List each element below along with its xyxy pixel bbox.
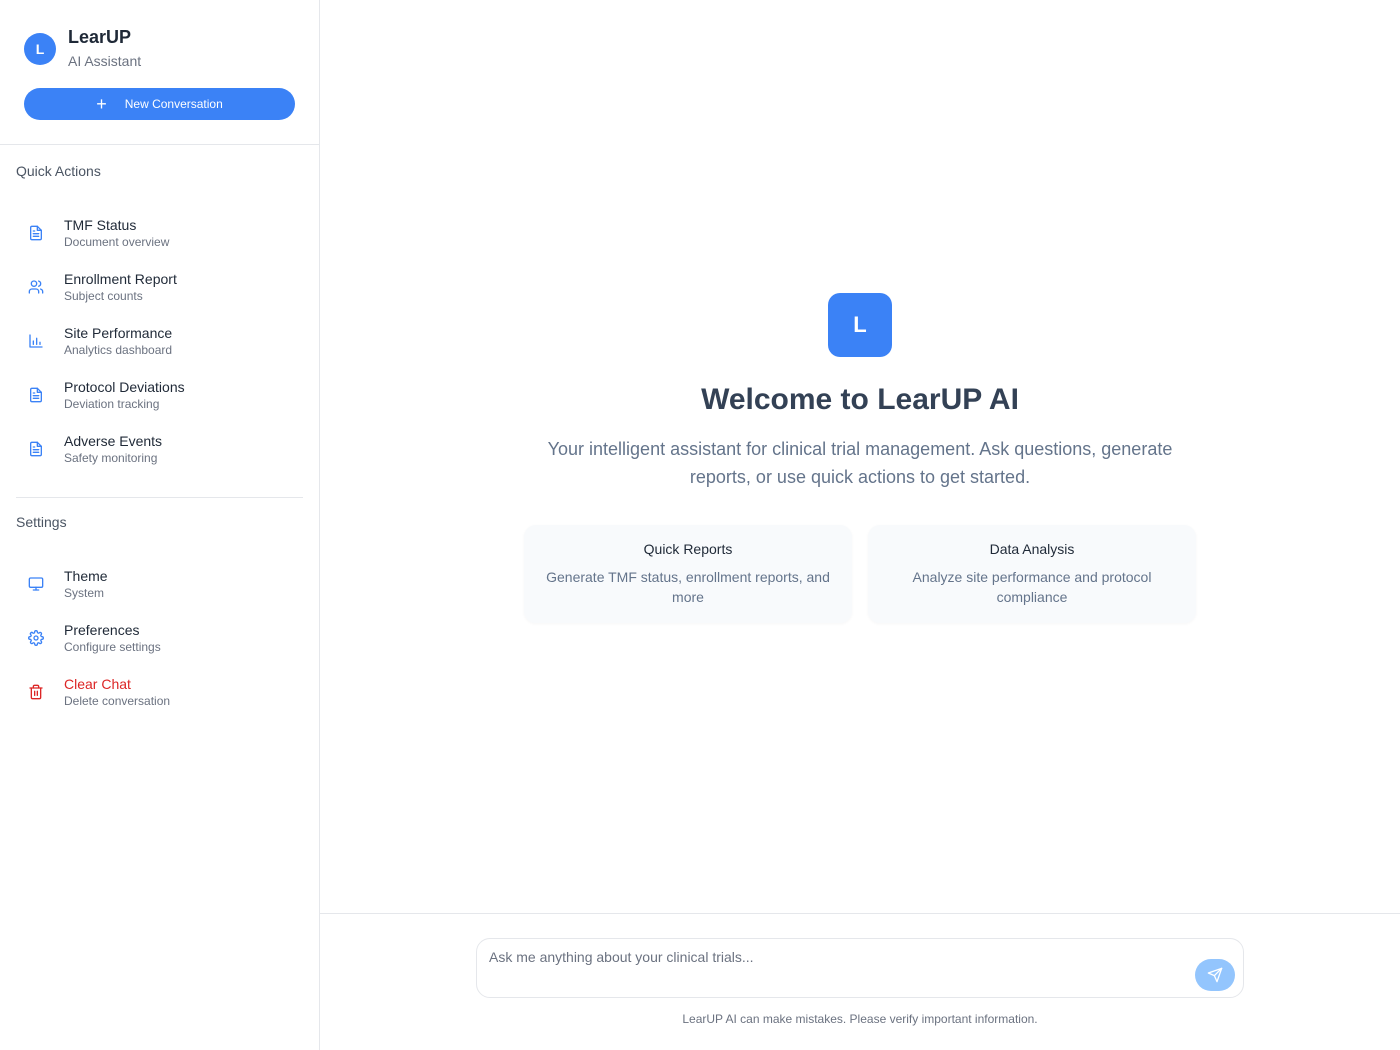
- brand: L LearUP AI Assistant: [24, 26, 295, 72]
- feature-desc: Generate TMF status, enrollment reports,…: [546, 569, 830, 605]
- sidebar-divider: [16, 497, 303, 498]
- chat-input-area: LearUP AI can make mistakes. Please veri…: [320, 913, 1400, 1050]
- document-icon: [24, 437, 48, 461]
- welcome-title: Welcome to LearUP AI: [701, 383, 1019, 416]
- action-label: Adverse Events: [64, 433, 163, 449]
- sidebar: L LearUP AI Assistant + New Conversation…: [0, 0, 320, 1050]
- sidebar-header: L LearUP AI Assistant + New Conversation: [0, 0, 319, 145]
- welcome-logo: L: [828, 293, 892, 357]
- action-sub: Analytics dashboard: [64, 343, 173, 357]
- new-conversation-button[interactable]: + New Conversation: [24, 88, 295, 120]
- plus-icon: +: [96, 94, 107, 114]
- action-sub: System: [64, 586, 105, 600]
- action-label: TMF Status: [64, 217, 137, 233]
- disclaimer: LearUP AI can make mistakes. Please veri…: [682, 1012, 1038, 1026]
- action-sub: Configure settings: [64, 640, 161, 654]
- feature-card-quick-reports[interactable]: Quick Reports Generate TMF status, enrol…: [524, 525, 852, 623]
- trash-icon: [24, 680, 48, 704]
- action-label: Theme: [64, 568, 108, 584]
- feature-desc: Analyze site performance and protocol co…: [912, 569, 1152, 605]
- feature-title: Quick Reports: [643, 541, 733, 557]
- brand-subtitle: AI Assistant: [68, 53, 142, 69]
- action-sub: Document overview: [64, 235, 170, 249]
- action-sub: Deviation tracking: [64, 397, 160, 411]
- action-sub: Safety monitoring: [64, 451, 158, 465]
- action-label: Enrollment Report: [64, 271, 177, 287]
- settings-item-clear-chat[interactable]: Clear Chat Delete conversation: [16, 658, 303, 726]
- welcome-section: L Welcome to LearUP AI Your intelligent …: [320, 0, 1400, 913]
- feature-title: Data Analysis: [989, 541, 1075, 557]
- action-label: Protocol Deviations: [64, 379, 185, 395]
- quick-actions-list: TMF Status Document overview Enrollment …: [16, 199, 303, 483]
- users-icon: [24, 275, 48, 299]
- send-button[interactable]: [1195, 959, 1235, 991]
- action-label: Preferences: [64, 622, 140, 638]
- gear-icon: [24, 626, 48, 650]
- action-sub: Delete conversation: [64, 694, 171, 708]
- chat-input-box: [476, 938, 1244, 998]
- new-conversation-label: New Conversation: [124, 97, 223, 111]
- settings-title: Settings: [16, 514, 67, 530]
- quick-actions-title: Quick Actions: [16, 163, 101, 179]
- monitor-icon: [24, 572, 48, 596]
- action-label: Clear Chat: [64, 676, 131, 692]
- action-sub: Subject counts: [64, 289, 143, 303]
- bar-chart-icon: [24, 329, 48, 353]
- action-label: Site Performance: [64, 325, 173, 341]
- document-icon: [24, 221, 48, 245]
- brand-name: LearUP: [68, 27, 132, 47]
- sidebar-body: Quick Actions TMF Status Document overvi…: [0, 145, 319, 726]
- welcome-description: Your intelligent assistant for clinical …: [547, 439, 1173, 487]
- brand-avatar: L: [24, 33, 56, 65]
- feature-card-data-analysis[interactable]: Data Analysis Analyze site performance a…: [868, 525, 1196, 623]
- main-panel: L Welcome to LearUP AI Your intelligent …: [320, 0, 1400, 1050]
- chat-input[interactable]: [477, 939, 1177, 995]
- settings-list: Theme System Preferences Configure setti…: [16, 550, 303, 726]
- feature-cards: Quick Reports Generate TMF status, enrol…: [524, 525, 1196, 623]
- send-icon: [1207, 967, 1223, 983]
- document-icon: [24, 383, 48, 407]
- quick-action-adverse-events[interactable]: Adverse Events Safety monitoring: [16, 415, 303, 483]
